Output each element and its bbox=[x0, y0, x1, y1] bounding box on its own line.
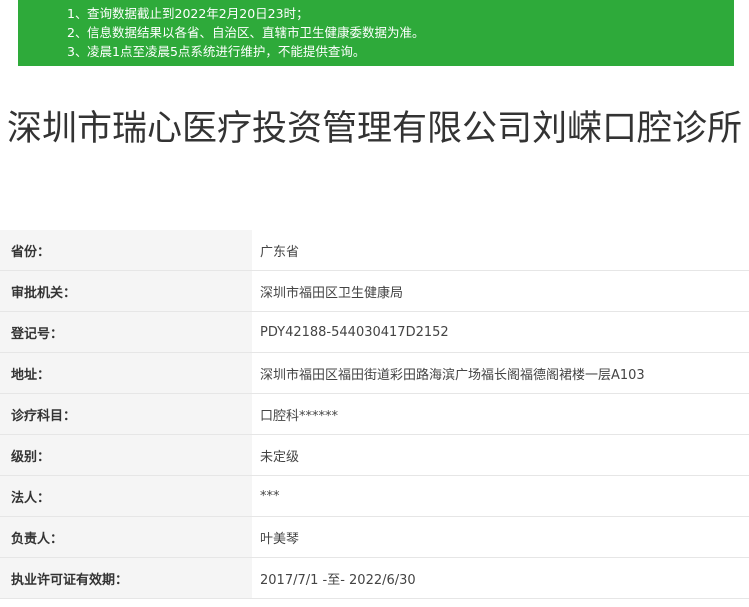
table-row: 地址： 深圳市福田区福田街道彩田路海滨广场福长阁福德阁裙楼一层A103 bbox=[0, 353, 749, 394]
notice-item-number: 3、 bbox=[67, 44, 88, 59]
row-value: 深圳市福田区福田街道彩田路海滨广场福长阁福德阁裙楼一层A103 bbox=[260, 367, 645, 383]
row-value: 2017/7/1 -至- 2022/6/30 bbox=[260, 572, 416, 588]
row-label: 负责人： bbox=[0, 517, 252, 557]
notice-item-number: 1、 bbox=[67, 6, 88, 21]
table-row: 负责人： 叶美琴 bbox=[0, 517, 749, 558]
row-value: *** bbox=[260, 488, 280, 504]
clinic-info-table: 省份： 广东省 审批机关： 深圳市福田区卫生健康局 登记号： PDY42188-… bbox=[0, 230, 749, 599]
table-row: 法人： *** bbox=[0, 476, 749, 517]
table-row: 登记号： PDY42188-544030417D2152 bbox=[0, 312, 749, 353]
row-value: 口腔科****** bbox=[260, 408, 339, 424]
row-label: 审批机关： bbox=[0, 271, 252, 311]
notice-item-text: 信息数据结果以各省、自治区、直辖市卫生健康委数据为准。 bbox=[87, 25, 425, 40]
notice-item: 2、 信息数据结果以各省、自治区、直辖市卫生健康委数据为准。 bbox=[67, 23, 734, 42]
table-row: 执业许可证有效期： 2017/7/1 -至- 2022/6/30 bbox=[0, 558, 749, 599]
row-value: 深圳市福田区卫生健康局 bbox=[260, 285, 404, 301]
row-label: 执业许可证有效期： bbox=[0, 558, 252, 598]
notice-item-text: 查询数据截止到2022年2月20日23时； bbox=[87, 6, 309, 21]
table-row: 级别： 未定级 bbox=[0, 435, 749, 476]
row-label: 地址： bbox=[0, 353, 252, 393]
table-row: 省份： 广东省 bbox=[0, 230, 749, 271]
notice-banner: 1、 查询数据截止到2022年2月20日23时； 2、 信息数据结果以各省、自治… bbox=[18, 0, 734, 66]
table-row: 诊疗科目： 口腔科****** bbox=[0, 394, 749, 435]
table-row: 审批机关： 深圳市福田区卫生健康局 bbox=[0, 271, 749, 312]
row-label: 登记号： bbox=[0, 312, 252, 352]
row-label: 级别： bbox=[0, 435, 252, 475]
row-value: 叶美琴 bbox=[260, 531, 300, 547]
row-label: 诊疗科目： bbox=[0, 394, 252, 434]
row-label: 省份： bbox=[0, 230, 252, 270]
notice-item: 3、 凌晨1点至凌晨5点系统进行维护，不能提供查询。 bbox=[67, 42, 734, 61]
row-value: 未定级 bbox=[260, 449, 300, 465]
row-value: PDY42188-544030417D2152 bbox=[260, 324, 449, 340]
page-title: 深圳市瑞心医疗投资管理有限公司刘嵘口腔诊所 bbox=[6, 109, 742, 149]
notice-item-text: 凌晨1点至凌晨5点系统进行维护，不能提供查询。 bbox=[87, 44, 366, 59]
notice-item-number: 2、 bbox=[67, 25, 88, 40]
row-value: 广东省 bbox=[260, 244, 300, 260]
notice-item: 1、 查询数据截止到2022年2月20日23时； bbox=[67, 4, 734, 23]
row-label: 法人： bbox=[0, 476, 252, 516]
